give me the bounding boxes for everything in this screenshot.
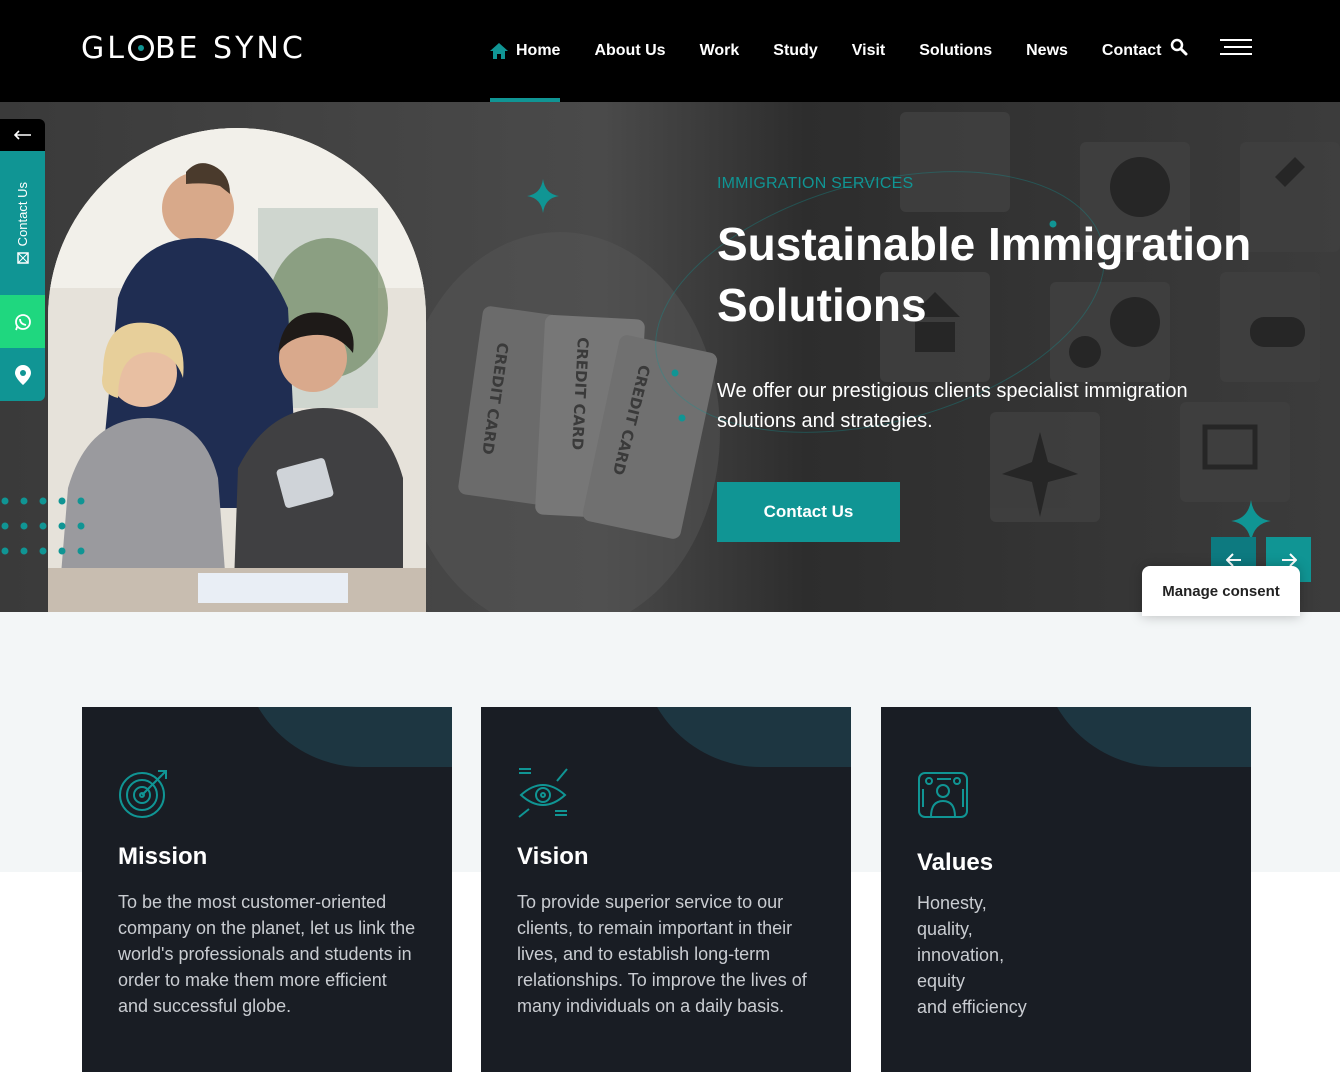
nav-item-news[interactable]: News xyxy=(1026,0,1068,102)
nav-item-home[interactable]: Home xyxy=(490,0,561,102)
nav-label: Solutions xyxy=(919,42,993,59)
hero-contact-button[interactable]: Contact Us xyxy=(717,482,900,542)
nav-label: Visit xyxy=(851,42,886,59)
main-nav: Home About Us Work Study Visit Solutions… xyxy=(490,0,1195,102)
dot-pattern xyxy=(1,497,85,555)
globe-icon xyxy=(127,35,154,61)
card-title: Vision xyxy=(517,843,589,870)
value-item: and efficiency xyxy=(917,997,1027,1017)
team-photo-image xyxy=(48,128,426,612)
hero-description: We offer our prestigious clients special… xyxy=(717,380,1188,432)
nav-label: Study xyxy=(773,42,818,59)
search-icon[interactable] xyxy=(1170,38,1188,56)
location-pin-icon xyxy=(14,364,31,385)
value-item: quality, xyxy=(917,919,973,939)
vision-card: Vision To provide superior service to ou… xyxy=(481,707,851,1072)
globe-sync-logo[interactable]: GL BE SYNC xyxy=(81,30,306,66)
nav-label: About Us xyxy=(594,42,666,59)
values-card: Values Honesty, quality, innovation, equ… xyxy=(881,707,1251,1072)
sparkle-icon xyxy=(527,179,559,213)
hamburger-icon[interactable] xyxy=(1220,39,1252,57)
nav-item-contact[interactable]: Contact xyxy=(1102,0,1162,102)
nav-item-work[interactable]: Work xyxy=(700,0,740,102)
side-collapse-button[interactable] xyxy=(0,119,45,151)
arrow-left-icon xyxy=(1225,552,1241,567)
arrow-left-icon xyxy=(13,130,31,140)
side-location-button[interactable] xyxy=(0,348,45,401)
logo-text-post: BE SYNC xyxy=(154,30,306,66)
nav-item-visit[interactable]: Visit xyxy=(852,0,886,102)
nav-item-about-us[interactable]: About Us xyxy=(594,0,665,102)
target-icon xyxy=(119,770,167,818)
logo-text-pre: GL xyxy=(81,30,127,66)
team-photo xyxy=(48,128,426,612)
card-title: Mission xyxy=(118,843,208,870)
card-text: To provide superior service to our clien… xyxy=(517,892,807,1016)
nav-item-study[interactable]: Study xyxy=(773,0,817,102)
card-title: Values xyxy=(917,849,994,876)
whatsapp-icon xyxy=(14,313,31,330)
home-icon xyxy=(490,43,508,59)
hero-slider: CREDIT CARD CREDIT CARD CREDIT CARD IMMI… xyxy=(0,102,1340,612)
side-contact-button[interactable]: Contact Us xyxy=(0,151,45,295)
site-header: GL BE SYNC Home About Us Work Study Visi… xyxy=(0,0,1340,102)
mail-icon xyxy=(16,252,29,264)
card-decoration xyxy=(1041,707,1251,767)
nav-label: Work xyxy=(699,42,740,59)
arrow-right-icon xyxy=(1281,552,1297,567)
value-item: Honesty, xyxy=(917,893,987,913)
card-decoration xyxy=(641,707,851,767)
hero-title: Sustainable Immigration Solutions xyxy=(717,218,1252,331)
eye-vision-icon xyxy=(518,768,568,818)
mission-card: Mission To be the most customer-oriented… xyxy=(82,707,452,1072)
card-text: Honesty, quality, innovation, equity and… xyxy=(917,890,1217,1020)
card-decoration xyxy=(242,707,452,767)
values-person-icon xyxy=(918,772,968,818)
nav-item-solutions[interactable]: Solutions xyxy=(919,0,992,102)
value-item: equity xyxy=(917,971,966,991)
nav-label-home: Home xyxy=(516,42,561,59)
card-text: To be the most customer-oriented company… xyxy=(118,892,416,1016)
nav-label: News xyxy=(1026,42,1068,59)
hero-eyebrow: IMMIGRATION SERVICES xyxy=(717,175,914,192)
side-contact-label: Contact Us xyxy=(15,181,30,247)
nav-label: Contact xyxy=(1101,42,1162,59)
value-item: innovation, xyxy=(917,945,1005,965)
side-whatsapp-button[interactable] xyxy=(0,295,45,348)
manage-consent-button[interactable]: Manage consent xyxy=(1142,566,1300,616)
sparkle-icon xyxy=(1231,500,1271,542)
